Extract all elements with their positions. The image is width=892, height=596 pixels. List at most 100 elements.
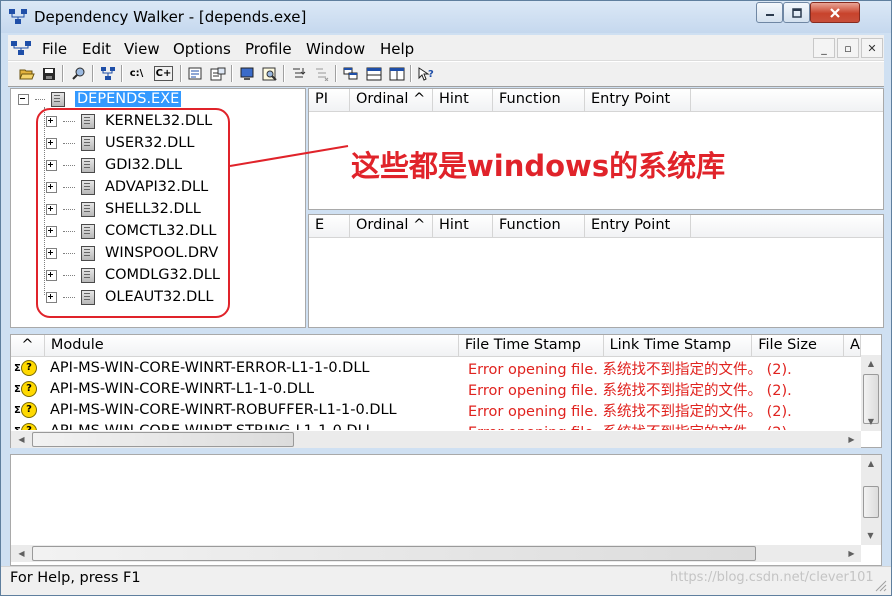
view-module-button[interactable]	[185, 64, 206, 83]
maximize-button[interactable]	[783, 2, 810, 23]
external-viewer-icon	[262, 67, 277, 81]
child-restore-button[interactable]: ▫	[837, 38, 859, 58]
collapse-icon	[315, 68, 328, 81]
next-item-button[interactable]	[363, 64, 384, 83]
column-header-link-time-stamp[interactable]: Link Time Stamp	[604, 335, 753, 356]
column-header-function[interactable]: Function	[493, 89, 585, 111]
menu-view[interactable]: View	[124, 40, 160, 58]
scroll-right-arrow-icon[interactable]: ▶	[843, 431, 860, 448]
copy-icon	[100, 67, 115, 80]
column-header-function[interactable]: Function	[493, 215, 585, 237]
missing-module-question-icon: Σ?	[11, 360, 42, 376]
collapse-button[interactable]	[311, 64, 332, 83]
column-header-hint[interactable]: Hint	[433, 215, 493, 237]
module-flag-icon: Σ	[14, 404, 21, 416]
question-icon: ?	[21, 360, 37, 376]
whats-this-help-button[interactable]: ?	[415, 64, 436, 83]
annotation-highlight-box	[36, 108, 230, 318]
column-header-module[interactable]: Module	[45, 335, 459, 356]
save-button[interactable]	[38, 64, 59, 83]
properties-icon	[210, 67, 225, 80]
auto-expand-button[interactable]	[288, 64, 309, 83]
question-icon: ?	[21, 381, 37, 397]
module-name: API-MS-WIN-CORE-WINRT-ERROR-L1-1-0.DLL	[50, 360, 370, 376]
annotation-arrow	[229, 145, 349, 167]
save-icon	[42, 67, 55, 80]
tree-connector	[35, 98, 45, 100]
undecorate-functions-button[interactable]: C+	[154, 66, 173, 81]
document-window-icon[interactable]	[11, 40, 33, 56]
column-header-file-size[interactable]: File Size	[752, 335, 845, 356]
annotation-text: 这些都是windows的系统库	[351, 149, 726, 183]
scroll-down-arrow-icon[interactable]: ▼	[862, 527, 879, 544]
column-header-entry-point[interactable]: Entry Point	[585, 215, 691, 237]
column-header-pi[interactable]: PI	[309, 89, 350, 111]
properties-button[interactable]	[207, 64, 228, 83]
minimize-icon	[765, 13, 774, 16]
child-minimize-button[interactable]: _	[813, 38, 835, 58]
module-flag-icon: Σ	[14, 383, 21, 395]
module-error: Error opening file. 系统找不到指定的文件。 (2).	[468, 382, 792, 399]
scroll-up-arrow-icon[interactable]: ▲	[863, 355, 880, 372]
system-information-button[interactable]	[236, 64, 257, 83]
column-header-ordinal[interactable]: Ordinal ^	[350, 89, 433, 111]
toolbar-separator	[62, 65, 64, 82]
open-button[interactable]	[16, 64, 37, 83]
column-header-hint[interactable]: Hint	[433, 89, 493, 111]
close-button[interactable]	[810, 2, 860, 23]
next-item-icon	[366, 67, 381, 80]
scroll-right-arrow-icon[interactable]: ▶	[843, 545, 860, 562]
window-title: Dependency Walker - [depends.exe]	[34, 8, 307, 26]
column-header-attributes[interactable]: A	[844, 335, 861, 356]
toolbar-separator	[283, 65, 285, 82]
module-name: API-MS-WIN-CORE-WINRT-STRING-L1-1-0.DLL	[42, 423, 462, 430]
watermark-text: https://blog.csdn.net/clever101	[670, 570, 874, 585]
tree-root-item[interactable]: DEPENDS.EXE	[18, 88, 182, 110]
matching-item-button[interactable]	[340, 64, 361, 83]
module-rows: Σ? API-MS-WIN-CORE-WINRT-ERROR-L1-1-0.DLL…	[11, 358, 861, 430]
external-viewer-button[interactable]	[259, 64, 280, 83]
minimize-button[interactable]	[756, 2, 783, 23]
system-information-icon	[240, 67, 253, 80]
menu-help[interactable]: Help	[380, 40, 414, 58]
column-header-file-time-stamp[interactable]: File Time Stamp	[459, 335, 604, 356]
column-header-entry-point[interactable]: Entry Point	[585, 89, 691, 111]
export-function-list[interactable]: E Ordinal ^ Hint Function Entry Point	[308, 214, 884, 328]
column-header-sort[interactable]: ^	[11, 335, 45, 356]
tree-root-label[interactable]: DEPENDS.EXE	[75, 91, 182, 107]
module-row[interactable]: Σ? API-MS-WIN-CORE-WINRT-ERROR-L1-1-0.DLL…	[11, 358, 859, 378]
scrollbar-thumb[interactable]	[32, 432, 294, 447]
previous-item-button[interactable]	[386, 64, 407, 83]
copy-button[interactable]	[97, 64, 118, 83]
module-row[interactable]: Σ?API-MS-WIN-CORE-WINRT-STRING-L1-1-0.DL…	[11, 421, 859, 430]
menu-edit[interactable]: Edit	[82, 40, 111, 58]
column-header-e[interactable]: E	[309, 215, 350, 237]
scroll-left-arrow-icon[interactable]: ◀	[13, 545, 30, 562]
scroll-up-arrow-icon[interactable]: ▲	[863, 455, 880, 472]
toolbar-separator	[180, 65, 182, 82]
full-paths-button[interactable]: c:\	[126, 64, 147, 83]
module-error: Error opening file. 系统找不到指定的文件。 (2).	[468, 403, 792, 420]
module-row[interactable]: Σ? API-MS-WIN-CORE-WINRT-L1-1-0.DLL Error …	[11, 379, 859, 399]
menu-file[interactable]: File	[42, 40, 67, 58]
find-icon	[71, 67, 84, 80]
view-module-icon	[188, 67, 201, 79]
scroll-down-arrow-icon[interactable]: ▼	[861, 413, 881, 430]
resize-grip-icon[interactable]	[872, 577, 888, 593]
module-row[interactable]: Σ? API-MS-WIN-CORE-WINRT-ROBUFFER-L1-1-0.…	[11, 400, 859, 420]
find-button[interactable]	[68, 64, 89, 83]
scrollbar-thumb[interactable]	[863, 486, 879, 518]
menu-profile[interactable]: Profile	[245, 40, 292, 58]
toolbar-separator	[410, 65, 412, 82]
scrollbar-thumb[interactable]	[32, 546, 756, 561]
whats-this-help-icon: ?	[418, 66, 434, 81]
module-flag-icon: Σ	[14, 362, 21, 374]
matching-item-icon	[343, 67, 357, 79]
menu-options[interactable]: Options	[173, 40, 231, 58]
scroll-left-arrow-icon[interactable]: ◀	[13, 431, 30, 448]
menu-window[interactable]: Window	[306, 40, 365, 58]
collapse-node-icon[interactable]	[18, 93, 29, 105]
column-header-ordinal[interactable]: Ordinal ^	[350, 215, 433, 237]
child-close-button[interactable]: ✕	[861, 38, 883, 58]
maximize-icon	[791, 7, 802, 18]
